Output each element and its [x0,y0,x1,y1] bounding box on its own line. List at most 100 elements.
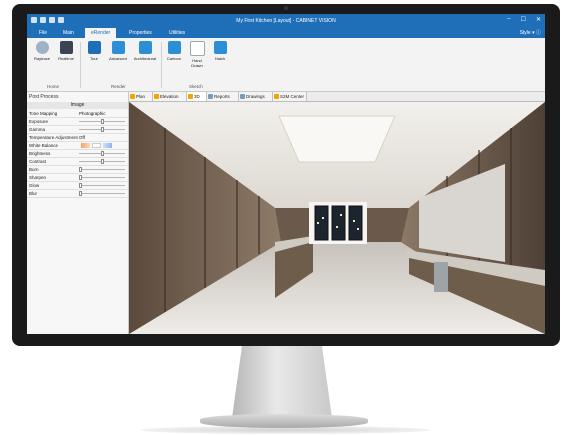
tab-plan-label: Plan [136,94,146,99]
tone-mapping-row[interactable]: Tone Mapping Photographic [27,110,128,118]
prop-label: Sharpen [29,175,47,180]
tab-properties[interactable]: Properties [123,28,158,38]
blur-slider[interactable] [79,193,125,194]
hatch-button[interactable]: Hatch [209,41,231,61]
hand-drawn-label: Hand Drawn [191,58,203,68]
tab-3d-label: 3D [194,94,200,99]
glow-slider[interactable] [79,185,125,186]
tab-drawings[interactable]: Drawings [239,92,273,101]
architectural-icon [138,41,152,54]
tab-erender[interactable]: eRender [85,28,117,38]
dishwasher [434,262,448,292]
view-tabs: Plan Elevation 3D Reports Drawings S2M C… [129,92,545,102]
tab-3d[interactable]: 3D [187,92,207,101]
raytrace-label: Raytrace [33,56,50,61]
sharpen-slider-thumb[interactable] [79,175,82,180]
cartoon-button[interactable]: Cartoon [163,41,185,61]
maximize-icon[interactable]: ☐ [521,16,526,23]
tab-file[interactable]: File [33,28,53,38]
help-icon[interactable]: ⓘ [536,30,541,36]
group-separator [161,42,162,88]
tab-s2m-center[interactable]: S2M Center [273,92,307,101]
3d-icon [188,94,193,99]
prop-label: Burn [29,167,39,172]
prop-label: Glow [29,183,40,188]
advanced-label: Advanced [109,56,127,61]
title-bar: My First Kitchen [Layout] - CABINET VISI… [27,14,545,27]
raytrace-button[interactable]: Raytrace [31,41,53,61]
tour-label: Tour [90,56,98,61]
hand-drawn-button[interactable]: Hand Drawn [186,41,208,68]
group-label-sketch: Sketch [189,84,203,89]
temperature-adjustment-row[interactable]: Temperature Adjustment Off [27,134,128,142]
burn-slider-thumb[interactable] [79,167,82,172]
prop-label: White Balance [29,143,59,148]
ribbon-tabs: File Main eRender Properties Utilities S… [27,27,545,38]
sharpen-slider[interactable] [79,177,125,178]
panel-title: Post Process [29,94,59,100]
burn-row: Burn [27,166,128,174]
hatch-icon [213,41,227,54]
contrast-row: Contrast [27,158,128,166]
window-title: My First Kitchen [Layout] - CABINET VISI… [236,18,336,24]
prop-label: Gamma [29,127,46,132]
brightness-slider-thumb[interactable] [101,151,104,156]
realtime-button[interactable]: Realtime [55,41,77,61]
render-viewport[interactable] [129,102,545,334]
cartoon-label: Cartoon [166,56,182,61]
burn-slider[interactable] [79,169,125,170]
drawings-icon [240,94,245,99]
elevation-icon [154,94,159,99]
tab-plan[interactable]: Plan [129,92,153,101]
style-menu-label: Style [519,30,531,36]
ceiling-recess [278,115,396,163]
monitor-stand-neck [232,346,332,418]
close-icon[interactable]: ✕ [536,16,541,23]
raytrace-icon [35,41,49,54]
gamma-row: Gamma [27,126,128,134]
temperature-adjustment-value[interactable]: Off [79,134,85,141]
reports-icon [208,94,213,99]
group-label-home: Home [47,84,60,89]
end-windows [314,205,363,241]
tone-mapping-value[interactable]: Photographic [79,110,106,117]
contrast-slider-thumb[interactable] [101,159,104,164]
group-separator [80,42,81,88]
webcam [284,6,288,10]
tab-reports[interactable]: Reports [207,92,239,101]
tour-button[interactable]: Tour [83,41,105,61]
prop-label: Contrast [29,159,47,164]
tab-elevation[interactable]: Elevation [153,92,187,101]
exposure-row: Exposure [27,118,128,126]
glow-row: Glow [27,182,128,190]
advanced-button[interactable]: Advanced [107,41,129,61]
architectural-button[interactable]: Architectural [131,41,159,61]
prop-label: Temperature Adjustment [29,135,78,140]
prop-label: Tone Mapping [29,111,58,116]
blur-row: Blur [27,190,128,198]
tab-drawings-label: Drawings [246,94,265,99]
group-label-render: Render [111,84,126,89]
blur-slider-thumb[interactable] [79,191,82,196]
gamma-slider-thumb[interactable] [101,127,104,132]
brightness-row: Brightness [27,150,128,158]
glow-slider-thumb[interactable] [79,183,82,188]
exposure-slider-thumb[interactable] [101,119,104,124]
ribbon-panel: Raytrace Realtime Tour Advanced Architec… [27,38,545,92]
style-menu[interactable]: Style ▾ ⓘ [520,28,541,38]
architectural-label: Architectural [133,56,157,61]
plan-icon [130,94,135,99]
white-balance-cool-swatch[interactable] [103,143,112,148]
tab-elevation-label: Elevation [160,94,179,99]
monitor-stand-base [200,414,368,428]
white-balance-warm-swatch[interactable] [81,143,90,148]
tab-main[interactable]: Main [57,28,80,38]
white-balance-neutral-swatch[interactable] [92,143,101,148]
tab-utilities[interactable]: Utilities [163,28,191,38]
prop-label: Exposure [29,119,49,124]
hatch-label: Hatch [214,56,226,61]
panel-section-image: Image [27,102,128,109]
s2m-center-icon [274,94,279,99]
realtime-label: Realtime [58,56,74,61]
minimize-icon[interactable]: – [507,16,510,23]
